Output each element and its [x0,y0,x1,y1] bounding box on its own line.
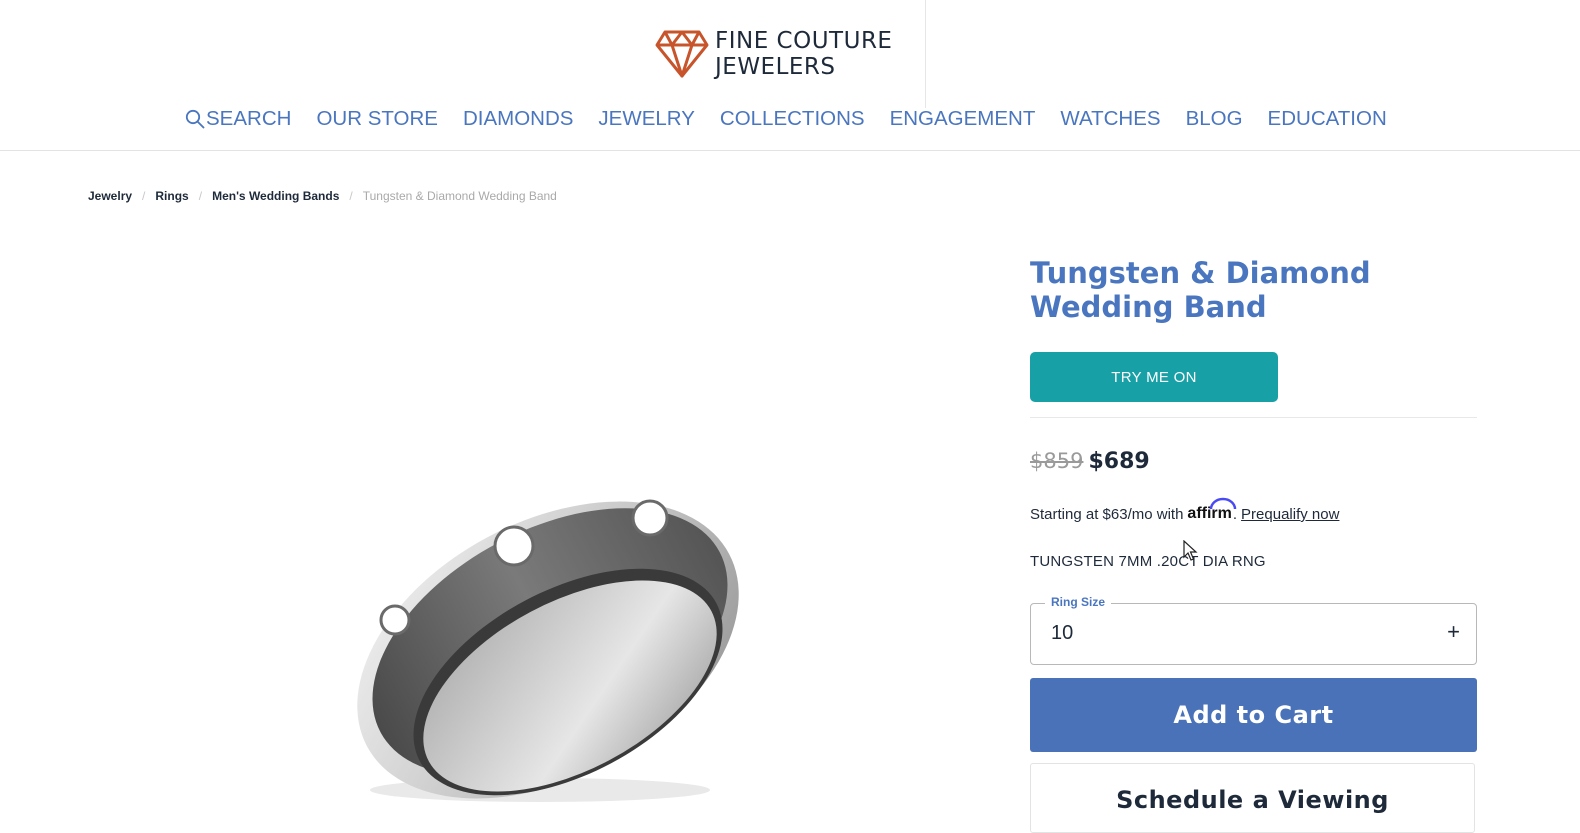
diamond-stone [631,499,669,537]
nav-blog[interactable]: BLOG [1186,107,1243,131]
original-price: $859 [1030,449,1084,473]
price-row: $859 $689 [1030,449,1150,474]
main-nav: SEARCH OUR STORE DIAMONDS JEWELRY COLLEC… [185,107,1412,131]
breadcrumb-current: Tungsten & Diamond Wedding Band [362,189,557,203]
breadcrumb-separator: / [142,189,146,203]
diamond-stone [493,525,535,567]
sale-price: $689 [1088,449,1150,474]
nav-engagement[interactable]: ENGAGEMENT [890,107,1036,131]
ring-size-value[interactable]: 10 [1051,622,1073,645]
ring-size-label: Ring Size [1045,595,1112,609]
site-header: FINE COUTURE JEWELERS SEARCH OUR STORE D… [0,0,1580,151]
product-title: Tungsten & Diamond Wedding Band [1030,256,1371,324]
product-sku: TUNGSTEN 7MM .20CT DIA RNG [1030,553,1266,570]
breadcrumb-jewelry[interactable]: Jewelry [88,189,132,203]
nav-diamonds[interactable]: DIAMONDS [463,107,573,131]
product-image[interactable] [330,460,760,810]
affirm-arc-icon [1210,497,1237,510]
prequalify-link[interactable]: Prequalify now [1241,506,1339,523]
nav-watches[interactable]: WATCHES [1060,107,1160,131]
nav-search[interactable]: SEARCH [185,107,291,131]
affirm-logo: affirm [1187,497,1237,523]
breadcrumb: Jewelry / Rings / Men's Wedding Bands / … [88,189,557,203]
financing-row: Starting at $63/mo with affirm . Prequal… [1030,497,1339,523]
mouse-cursor-icon [1183,540,1198,561]
schedule-viewing-button[interactable]: Schedule a Viewing [1030,763,1475,833]
nav-search-label: SEARCH [206,107,292,130]
nav-collections[interactable]: COLLECTIONS [720,107,865,131]
nav-education[interactable]: EDUCATION [1268,107,1387,131]
search-icon [185,109,205,129]
try-me-on-button[interactable]: TRY ME ON [1030,352,1278,402]
diamond-stone [379,604,411,636]
add-to-cart-button[interactable]: Add to Cart [1030,678,1477,752]
breadcrumb-rings[interactable]: Rings [155,189,188,203]
nav-jewelry[interactable]: JEWELRY [598,107,694,131]
site-logo[interactable]: FINE COUTURE JEWELERS [655,28,892,80]
nav-our-store[interactable]: OUR STORE [316,107,438,131]
logo-wordmark: FINE COUTURE JEWELERS [715,28,892,80]
logo-line-2: JEWELERS [715,54,836,80]
breadcrumb-separator: / [349,189,353,203]
ring-size-increment-button[interactable]: + [1447,619,1460,645]
breadcrumb-separator: / [198,189,203,203]
divider [1030,417,1477,418]
financing-text: Starting at $63/mo with [1030,506,1184,523]
diamond-logo-icon [655,30,709,78]
logo-line-1: FINE COUTURE [715,28,893,54]
breadcrumb-mens-wedding-bands[interactable]: Men's Wedding Bands [212,189,339,203]
header-divider [925,0,926,108]
ring-size-field[interactable]: Ring Size 10 + [1030,595,1477,665]
